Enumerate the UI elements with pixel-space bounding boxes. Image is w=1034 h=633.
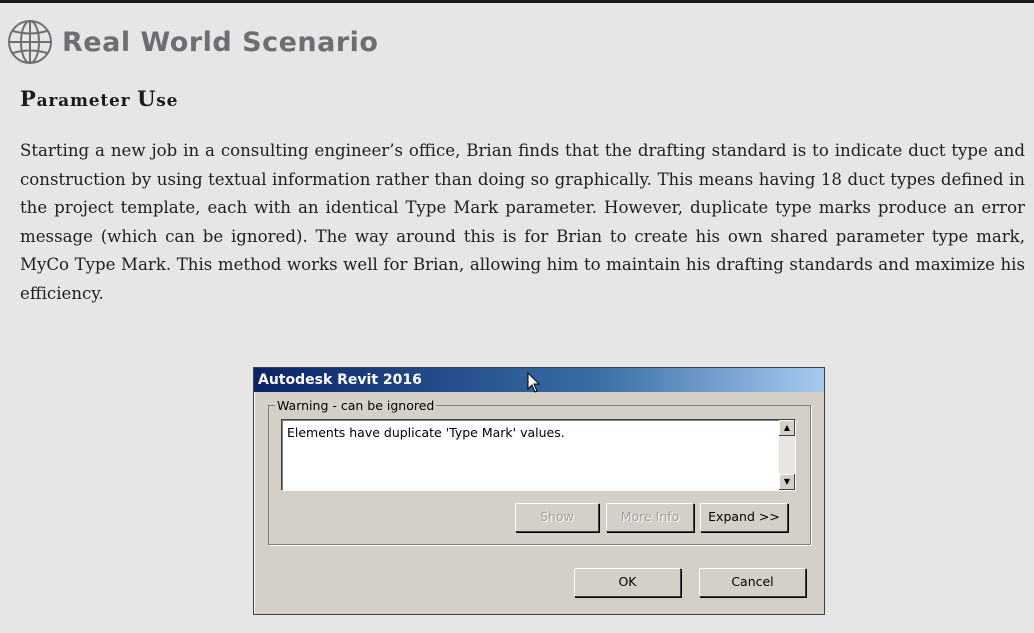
top-rule [0,0,1034,3]
warning-message: Elements have duplicate 'Type Mark' valu… [287,425,565,440]
section-heading: Parameter Use [20,86,179,111]
message-box[interactable]: Elements have duplicate 'Type Mark' valu… [281,419,796,491]
warning-dialog: Autodesk Revit 2016 Warning - can be ign… [253,367,825,615]
mouse-cursor-icon [527,372,541,393]
message-scrollbar[interactable]: ▲ ▼ [779,420,795,490]
sidebar-header: Real World Scenario [6,18,378,66]
scroll-up-button[interactable]: ▲ [779,420,795,436]
warning-group: Warning - can be ignored Elements have d… [268,398,811,545]
cancel-button[interactable]: Cancel [699,568,806,597]
scroll-down-button[interactable]: ▼ [779,474,795,490]
expand-button[interactable]: Expand >> [700,503,788,532]
dialog-title: Autodesk Revit 2016 [258,372,422,388]
warning-group-label: Warning - can be ignored [275,398,437,413]
sidebar-title: Real World Scenario [62,26,379,58]
ok-button[interactable]: OK [574,568,681,597]
body-paragraph: Starting a new job in a consulting engin… [20,141,1025,303]
more-info-button[interactable]: More Info [606,503,694,532]
show-button[interactable]: Show [515,503,599,532]
globe-icon [8,20,52,64]
